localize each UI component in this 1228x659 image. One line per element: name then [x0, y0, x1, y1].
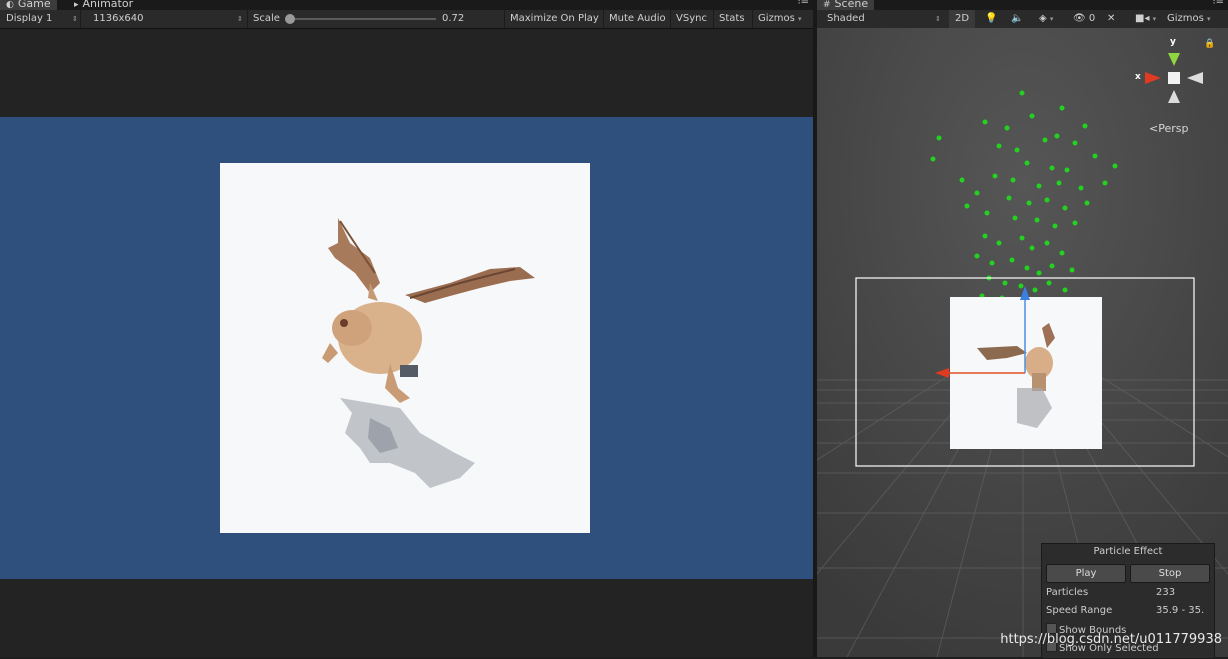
camera-icon[interactable]: ■◂ ▾ [1135, 10, 1156, 28]
particles-label: Particles [1046, 587, 1089, 598]
tab-animator[interactable]: ▸ Animator [68, 0, 139, 10]
tab-game[interactable]: ◐ Game [0, 0, 57, 10]
panel-menu-icon[interactable]: ⁝≡ [797, 0, 809, 7]
scale-slider-track[interactable] [290, 18, 436, 20]
audio-speaker-icon[interactable]: 🔈 [1011, 10, 1023, 28]
play-button[interactable]: Play [1046, 564, 1126, 583]
gizmos-dropdown[interactable]: Gizmos ▾ [752, 10, 802, 28]
axis-y-label: y [1170, 37, 1176, 47]
effects-layers-icon[interactable]: ◈ ▾ [1039, 10, 1053, 28]
tools-icon[interactable]: ✕ [1107, 10, 1115, 28]
dropdown-arrows-icon: ⇕ [237, 15, 243, 23]
hidden-count: 0 [1088, 13, 1096, 24]
scene-toolbar: Shaded ⇕ 2D 💡 🔈 ◈ ▾ 👁 0 ✕ ■◂ ▾ Gizmos ▾ [817, 10, 1228, 29]
panel-menu-icon[interactable]: ⁝≡ [1212, 0, 1224, 7]
chevron-down-icon: ▾ [1207, 15, 1211, 23]
chevron-down-icon: ▾ [798, 15, 802, 23]
game-view-panel: ◐ Game ▸ Animator ⁝≡ Display 1 ⇕ 1136x640 ⇕ … [0, 0, 813, 657]
axis-x-label: x [1135, 72, 1141, 82]
gargoyle-character-image [322, 218, 535, 488]
projection-toggle[interactable]: <Persp [1149, 122, 1188, 135]
2d-toggle-button[interactable]: 2D [949, 10, 976, 28]
lock-icon[interactable]: 🔒 [1204, 39, 1215, 49]
scale-label: Scale [247, 10, 280, 28]
particles-value: 233 [1156, 587, 1176, 598]
dropdown-arrows-icon: ⇕ [935, 15, 941, 23]
game-toolbar: Display 1 ⇕ 1136x640 ⇕ Scale 0.72 Maximize… [0, 10, 813, 29]
scale-slider-knob[interactable] [285, 14, 295, 24]
eye-visibility-icon[interactable]: 👁 0 [1073, 10, 1095, 28]
tab-scene[interactable]: # Scene [817, 0, 875, 10]
light-bulb-icon[interactable]: 💡 [985, 10, 997, 28]
maximize-on-play-button[interactable]: Maximize On Play [504, 10, 599, 28]
chevron-left-icon: < [1149, 122, 1159, 135]
resolution-dropdown[interactable]: 1136x640 ⇕ [80, 10, 253, 28]
watermark-text: https://blog.csdn.net/u011779938 [1000, 632, 1222, 647]
particle-effect-title: Particle Effect [1093, 546, 1163, 557]
scene-tab-bar: # Scene ⁝≡ [817, 0, 1228, 10]
stats-button[interactable]: Stats [713, 10, 745, 28]
mute-audio-button[interactable]: Mute Audio [603, 10, 666, 28]
vsync-button[interactable]: VSync [670, 10, 707, 28]
speed-range-value: 35.9 - 35. [1156, 605, 1205, 616]
gizmos-dropdown[interactable]: Gizmos ▾ [1167, 10, 1211, 28]
stop-button[interactable]: Stop [1130, 564, 1210, 583]
scale-value: 0.72 [442, 13, 465, 24]
shading-mode-dropdown[interactable]: Shaded ⇕ [827, 10, 941, 28]
render-texture [220, 163, 590, 533]
display-dropdown[interactable]: Display 1 ⇕ [6, 10, 80, 28]
game-viewport [0, 117, 813, 579]
dropdown-arrows-icon: ⇕ [72, 15, 78, 23]
game-tab-bar: ◐ Game ▸ Animator ⁝≡ [0, 0, 813, 10]
speed-range-label: Speed Range [1046, 605, 1113, 616]
